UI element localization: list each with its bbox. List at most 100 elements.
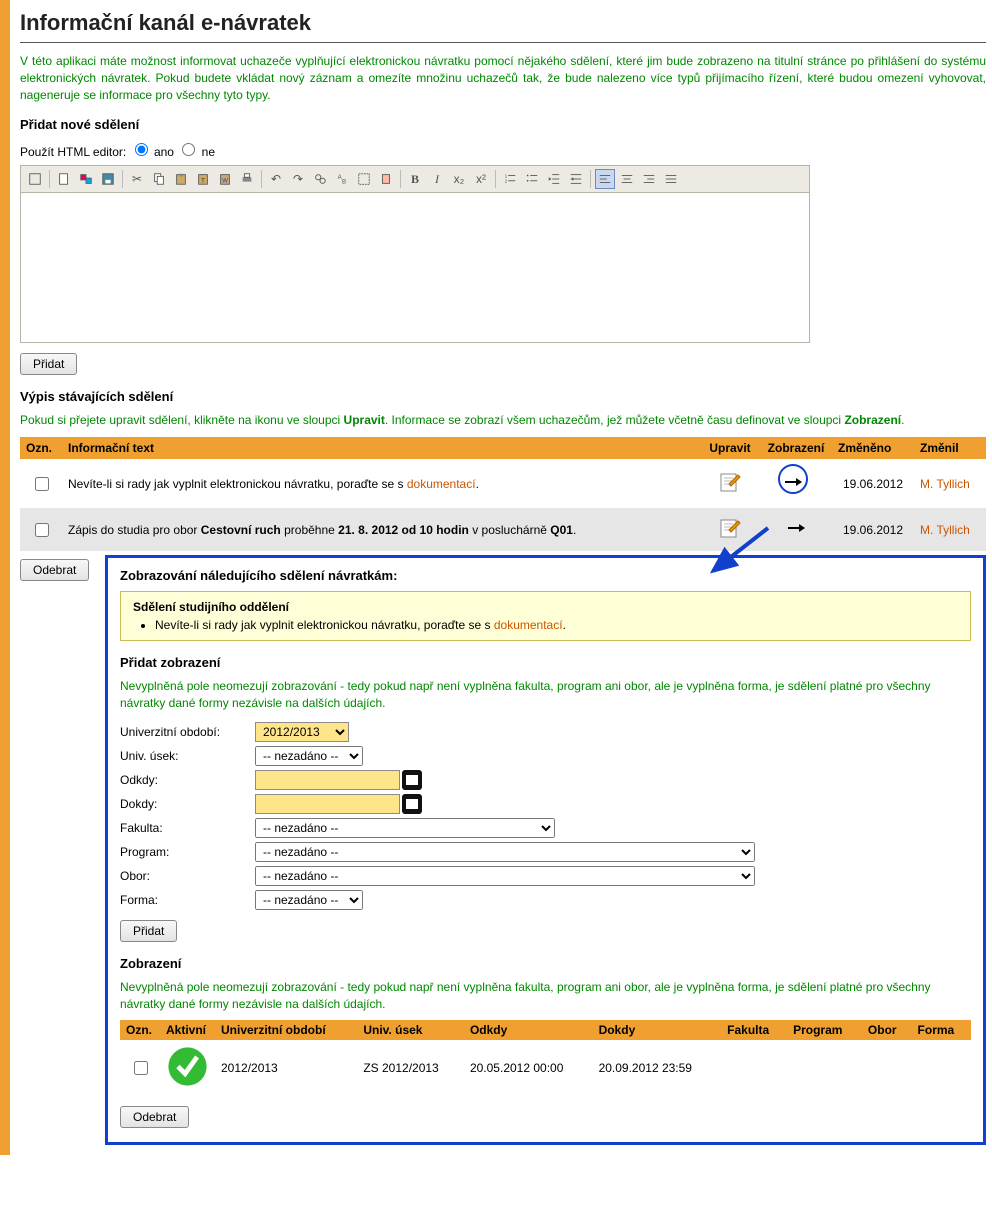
editor-mode-no-label: ne: [202, 145, 215, 159]
program-select[interactable]: -- nezadáno --: [255, 842, 755, 862]
undo-icon[interactable]: ↶: [266, 169, 286, 189]
view-row-checkbox[interactable]: [134, 1061, 148, 1075]
row-changed: 19.06.2012: [832, 459, 914, 508]
row-text-link[interactable]: dokumentací: [407, 477, 476, 491]
left-accent-stripe: [0, 0, 10, 1155]
vrow-fakulta: [721, 1040, 787, 1096]
row2-g: .: [573, 523, 576, 537]
save-icon[interactable]: [98, 169, 118, 189]
new-doc-icon[interactable]: [54, 169, 74, 189]
align-right-icon[interactable]: [639, 169, 659, 189]
add-view-help: Nevyplněná pole neomezují zobrazování - …: [120, 678, 971, 712]
replace-icon[interactable]: AB: [332, 169, 352, 189]
editor-mode-no-radio[interactable]: [182, 143, 195, 156]
outdent-icon[interactable]: [544, 169, 564, 189]
period-select[interactable]: 2012/2013: [255, 722, 349, 742]
svg-text:B: B: [342, 179, 346, 186]
toolbar-separator: [495, 170, 496, 188]
add-button[interactable]: Přidat: [20, 353, 77, 375]
vcol-obor: Obor: [862, 1020, 912, 1040]
copy-icon[interactable]: [149, 169, 169, 189]
vcol-forma: Forma: [912, 1020, 971, 1040]
cut-icon[interactable]: ✂: [127, 169, 147, 189]
detail-add-button[interactable]: Přidat: [120, 920, 177, 942]
italic-icon[interactable]: I: [427, 169, 447, 189]
remove-button[interactable]: Odebrat: [20, 559, 89, 581]
selectall-icon[interactable]: [354, 169, 374, 189]
print-icon[interactable]: [237, 169, 257, 189]
table-row: Nevíte-li si rady jak vyplnit elektronic…: [20, 459, 986, 508]
row-changed-by[interactable]: M. Tyllich: [920, 477, 970, 491]
edit-icon[interactable]: [718, 470, 742, 494]
add-view-title: Přidat zobrazení: [120, 655, 971, 670]
detail-remove-button[interactable]: Odebrat: [120, 1106, 189, 1128]
edit-icon[interactable]: [718, 516, 742, 540]
svg-text:T: T: [201, 178, 205, 185]
usek-select[interactable]: -- nezadáno --: [255, 746, 363, 766]
indent-icon[interactable]: [566, 169, 586, 189]
msg-suffix: .: [563, 618, 566, 632]
vcol-fakulta: Fakulta: [721, 1020, 787, 1040]
editor-mode-label: Použít HTML editor:: [20, 145, 126, 159]
row-select-checkbox[interactable]: [35, 477, 49, 491]
row2-b: Cestovní ruch: [201, 523, 281, 537]
dokdy-calendar-icon[interactable]: [402, 794, 422, 814]
vcol-ozn: Ozn.: [120, 1020, 160, 1040]
dokdy-input[interactable]: [255, 794, 400, 814]
message-preview-item: Nevíte-li si rady jak vyplnit elektronic…: [155, 618, 958, 632]
row2-c: proběhne: [281, 523, 338, 537]
period-label: Univerzitní období:: [120, 725, 255, 739]
row2-f: Q01: [550, 523, 573, 537]
col-ozn: Ozn.: [20, 437, 62, 459]
find-icon[interactable]: [310, 169, 330, 189]
superscript-icon[interactable]: x²: [471, 169, 491, 189]
vcol-usek: Univ. úsek: [357, 1020, 464, 1040]
align-center-icon[interactable]: [617, 169, 637, 189]
paste-word-icon[interactable]: W: [215, 169, 235, 189]
forma-select[interactable]: -- nezadáno --: [255, 890, 363, 910]
toolbar-separator: [400, 170, 401, 188]
paste-icon[interactable]: [171, 169, 191, 189]
row-changed: 19.06.2012: [832, 508, 914, 551]
svg-text:W: W: [222, 178, 228, 185]
col-changed: Změněno: [832, 437, 914, 459]
numlist-icon[interactable]: 12: [500, 169, 520, 189]
row-select-checkbox[interactable]: [35, 523, 49, 537]
view-icon[interactable]: [784, 529, 808, 543]
row2-e: v posluchárně: [469, 523, 550, 537]
msg-link[interactable]: dokumentací: [494, 618, 563, 632]
odkdy-input[interactable]: [255, 770, 400, 790]
list-section-title: Výpis stávajících sdělení: [20, 389, 986, 404]
vcol-odkdy: Odkdy: [464, 1020, 593, 1040]
msg-prefix: Nevíte-li si rady jak vyplnit elektronic…: [155, 618, 494, 632]
view-icon[interactable]: [781, 467, 811, 497]
dokdy-label: Dokdy:: [120, 797, 255, 811]
main-content: Informační kanál e-návratek V této aplik…: [10, 0, 992, 1155]
page-title: Informační kanál e-návratek: [20, 10, 986, 36]
obor-select[interactable]: -- nezadáno --: [255, 866, 755, 886]
programs-icon[interactable]: [76, 169, 96, 189]
obor-label: Obor:: [120, 869, 255, 883]
vcol-dokdy: Dokdy: [593, 1020, 722, 1040]
list-intro: Pokud si přejete upravit sdělení, klikně…: [20, 412, 986, 429]
bold-icon[interactable]: B: [405, 169, 425, 189]
bullist-icon[interactable]: [522, 169, 542, 189]
fullscreen-icon[interactable]: [25, 169, 45, 189]
detail-panel: Zobrazování náledujícího sdělení návratk…: [105, 555, 986, 1145]
align-justify-icon[interactable]: [661, 169, 681, 189]
removefmt-icon[interactable]: [376, 169, 396, 189]
vrow-forma: [912, 1040, 971, 1096]
odkdy-calendar-icon[interactable]: [402, 770, 422, 790]
row-changed-by[interactable]: M. Tyllich: [920, 523, 970, 537]
paste-text-icon[interactable]: T: [193, 169, 213, 189]
views-table: Ozn. Aktivní Univerzitní období Univ. ús…: [120, 1020, 971, 1096]
row-text-suffix: .: [476, 477, 479, 491]
editor-textarea[interactable]: [20, 193, 810, 343]
svg-text:1: 1: [505, 174, 508, 179]
align-left-icon[interactable]: [595, 169, 615, 189]
subscript-icon[interactable]: x₂: [449, 169, 469, 189]
fakulta-select[interactable]: -- nezadáno --: [255, 818, 555, 838]
editor-mode-yes-radio[interactable]: [135, 143, 148, 156]
toolbar-separator: [49, 170, 50, 188]
redo-icon[interactable]: ↷: [288, 169, 308, 189]
